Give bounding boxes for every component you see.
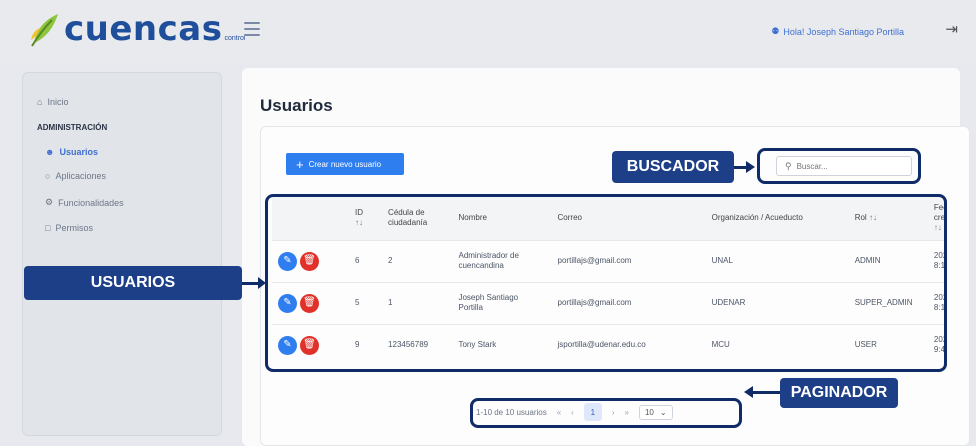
logout-icon: ⇥ (945, 21, 958, 38)
home-icon: ⌂ (37, 97, 43, 107)
logout-button[interactable]: ⇥ (945, 20, 958, 38)
user-greeting[interactable]: ⚉ Hola! Joseph Santiago Portilla (771, 26, 904, 37)
sidebar-item-aplicaciones[interactable]: ○ Aplicaciones (45, 171, 106, 181)
arrow-right-icon (258, 277, 266, 289)
sidebar-item-permisos[interactable]: □ Permisos (45, 223, 93, 233)
apps-icon: ○ (45, 171, 51, 181)
logo[interactable]: cuencas control (28, 10, 245, 48)
sidebar-item-label: Usuarios (59, 147, 98, 157)
sidebar-item-label: Permisos (55, 223, 93, 233)
paginador-annotation-label: PAGINADOR (780, 378, 898, 408)
usuarios-highlight-box (265, 194, 947, 372)
sidebar-item-label: Aplicaciones (55, 171, 106, 181)
sidebar-item-label: Funcionalidades (58, 197, 124, 208)
hamburger-icon (244, 22, 260, 24)
paginador-annotation-line (752, 391, 780, 394)
logo-text: cuencas (64, 9, 223, 49)
sidebar-item-inicio[interactable]: ⌂ Inicio (37, 97, 68, 107)
sidebar-section-admin: ADMINISTRACIÓN (37, 123, 108, 132)
create-user-label: Crear nuevo usuario (308, 159, 382, 169)
user-icon: ⚉ (771, 26, 780, 36)
page-title: Usuarios (260, 96, 333, 115)
sidebar-item-label: Inicio (47, 97, 69, 107)
sidebar: ⌂ Inicio ADMINISTRACIÓN ☻ Usuarios ○ Apl… (22, 72, 222, 436)
top-bar: cuencas control ⚉ Hola! Joseph Santiago … (0, 0, 976, 62)
paginador-highlight-box (470, 398, 742, 428)
sidebar-item-funcionalidades[interactable]: ⚙ Funcionalidades (45, 197, 124, 208)
usuarios-annotation-label: USUARIOS (24, 266, 242, 300)
menu-toggle-button[interactable] (244, 22, 260, 36)
buscador-annotation-label: BUSCADOR (612, 151, 734, 183)
arrow-right-icon (746, 161, 755, 173)
users-icon: ☻ (45, 147, 55, 157)
logo-subtext: control (224, 35, 246, 42)
greeting-text: Hola! Joseph Santiago Portilla (783, 26, 904, 37)
plus-icon: + (296, 156, 304, 172)
sidebar-item-usuarios[interactable]: ☻ Usuarios (45, 147, 98, 157)
buscador-highlight-box (757, 148, 921, 184)
gear-icon: ⚙ (45, 197, 54, 207)
create-user-button[interactable]: + Crear nuevo usuario (286, 153, 404, 175)
lock-icon: □ (45, 223, 51, 233)
leaf-icon (31, 14, 58, 47)
arrow-left-icon (744, 386, 753, 398)
